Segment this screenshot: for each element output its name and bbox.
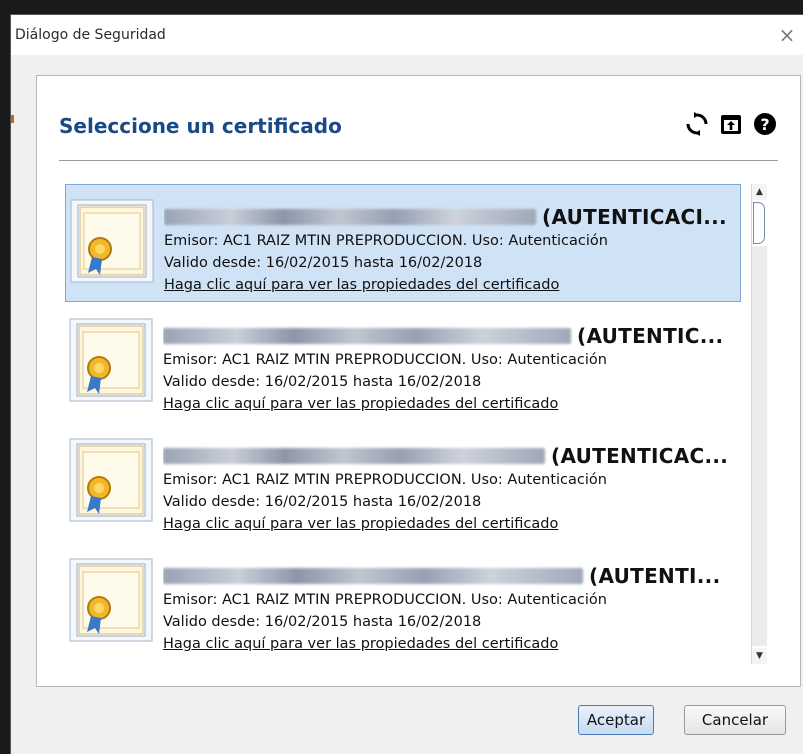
certificate-properties-link[interactable]: Haga clic aquí para ver las propiedades … [164,277,559,293]
redacted-certificate-name [164,209,536,225]
certificate-validity: Valido desde: 16/02/2015 hasta 16/02/201… [163,374,482,390]
cancel-button[interactable]: Cancelar [684,705,786,735]
window-edge-mark [11,115,14,123]
certificate-validity: Valido desde: 16/02/2015 hasta 16/02/201… [163,614,482,630]
certificate-properties-link[interactable]: Haga clic aquí para ver las propiedades … [163,636,558,652]
redacted-certificate-name [163,568,583,584]
help-icon[interactable]: ? [752,111,778,137]
scroll-down-arrow-icon[interactable]: ▼ [752,648,767,664]
certificate-properties-link[interactable]: Haga clic aquí para ver las propiedades … [163,516,558,532]
certificate-icon [69,438,153,522]
certificate-icon [69,318,153,402]
certificate-issuer: Emisor: AC1 RAIZ MTIN PREPRODUCCION. Uso… [163,352,607,368]
certificate-title: (AUTENTI... [163,564,737,588]
redacted-certificate-name [163,328,571,344]
certificate-title: (AUTENTICACI... [164,205,738,229]
certificate-title: (AUTENTIC... [163,324,737,348]
security-dialog: Diálogo de Seguridad × Seleccione un cer… [10,14,803,754]
certificate-panel: Seleccione un certificado ? (AUTENTICACI… [36,75,801,687]
certificate-item[interactable]: (AUTENTICAC... Emisor: AC1 RAIZ MTIN PRE… [65,424,741,542]
title-bar: Diálogo de Seguridad × [11,15,803,55]
certificate-usage-type: (AUTENTIC... [577,324,724,348]
certificate-issuer: Emisor: AC1 RAIZ MTIN PREPRODUCCION. Uso… [163,472,607,488]
redacted-certificate-name [163,448,545,464]
certificate-item[interactable]: (AUTENTICACI... Emisor: AC1 RAIZ MTIN PR… [65,184,741,302]
certificate-validity: Valido desde: 16/02/2015 hasta 16/02/201… [164,255,483,271]
certificate-properties-link[interactable]: Haga clic aquí para ver las propiedades … [163,396,558,412]
certificate-usage-type: (AUTENTICACI... [542,205,727,229]
import-icon[interactable] [718,111,744,137]
certificate-title: (AUTENTICAC... [163,444,737,468]
scroll-track[interactable] [752,246,767,646]
certificate-list: (AUTENTICACI... Emisor: AC1 RAIZ MTIN PR… [65,184,741,664]
certificate-issuer: Emisor: AC1 RAIZ MTIN PREPRODUCCION. Uso… [163,592,607,608]
certificate-item[interactable]: (AUTENTI... Emisor: AC1 RAIZ MTIN PREPRO… [65,544,741,662]
certificate-usage-type: (AUTENTICAC... [551,444,729,468]
refresh-icon[interactable] [684,111,710,137]
certificate-issuer: Emisor: AC1 RAIZ MTIN PREPRODUCCION. Uso… [164,233,608,249]
certificate-item[interactable]: (AUTENTIC... Emisor: AC1 RAIZ MTIN PREPR… [65,304,741,422]
svg-text:?: ? [760,115,769,134]
window-title: Diálogo de Seguridad [15,27,166,43]
list-scrollbar[interactable]: ▲ ▼ [751,184,767,664]
certificate-validity: Valido desde: 16/02/2015 hasta 16/02/201… [163,494,482,510]
certificate-icon [69,558,153,642]
certificate-icon [70,199,154,283]
certificate-usage-type: (AUTENTI... [589,564,721,588]
scroll-thumb[interactable] [753,202,765,244]
header-toolbar: ? [684,111,778,137]
panel-title: Seleccione un certificado [59,114,342,138]
accept-button[interactable]: Aceptar [578,705,654,735]
scroll-up-arrow-icon[interactable]: ▲ [752,184,767,200]
header-divider [59,160,778,161]
close-button[interactable]: × [775,23,799,47]
